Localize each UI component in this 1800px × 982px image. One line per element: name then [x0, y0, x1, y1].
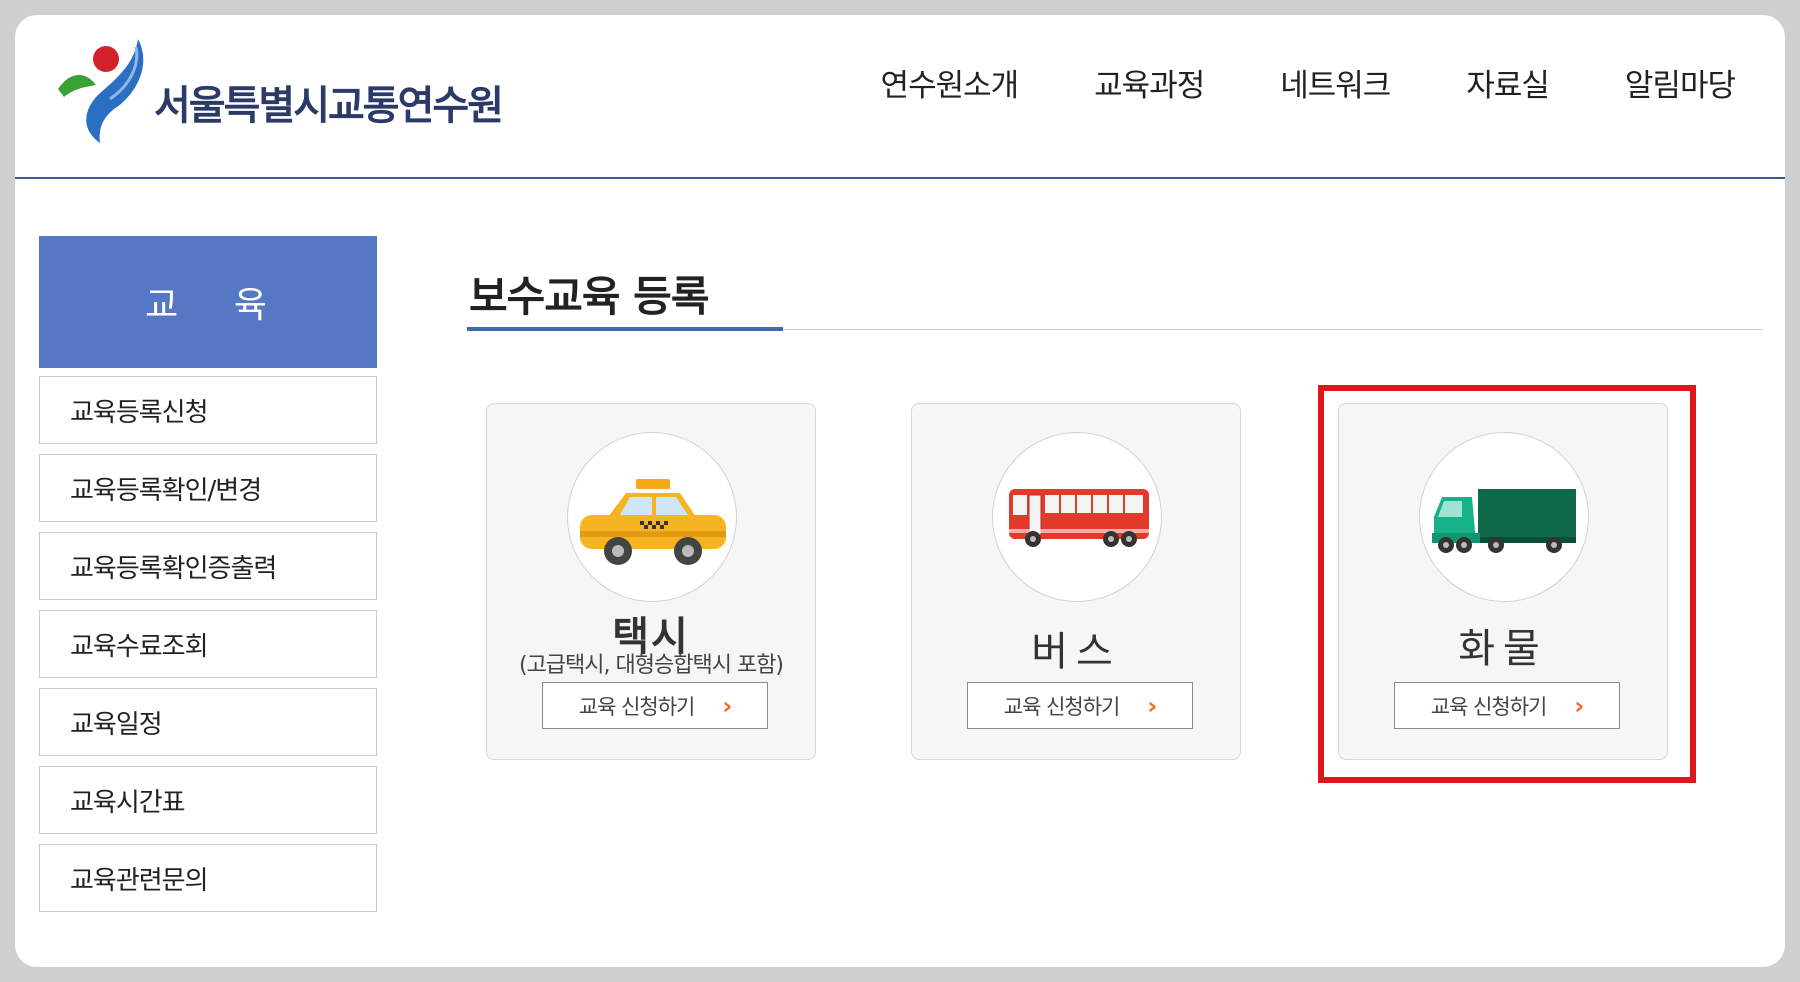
apply-button-bus[interactable]: 교육 신청하기 ›	[967, 682, 1193, 729]
apply-button-label: 교육 신청하기	[1003, 694, 1121, 719]
sidebar-title: 교 육	[39, 236, 377, 368]
course-card-bus: 버스 교육 신청하기 ›	[911, 403, 1241, 760]
main-nav: 연수원소개 교육과정 네트워크 자료실 알림마당	[843, 60, 1785, 105]
sidebar: 교 육 교육등록신청 교육등록확인/변경 교육등록확인증출력 교육수료조회 교육…	[39, 236, 377, 922]
logo-emblem-icon	[58, 39, 144, 143]
sidebar-item-certificate-print[interactable]: 교육등록확인증출력	[39, 532, 377, 600]
page-title: 보수교육 등록	[469, 272, 709, 321]
chevron-right-icon: ›	[722, 691, 732, 720]
nav-notices[interactable]: 알림마당	[1587, 60, 1785, 105]
apply-button-taxi[interactable]: 교육 신청하기 ›	[542, 682, 768, 729]
sidebar-item-schedule[interactable]: 교육일정	[39, 688, 377, 756]
taxi-icon	[567, 432, 737, 602]
sidebar-item-register[interactable]: 교육등록신청	[39, 376, 377, 444]
course-card-taxi: 택시 (고급택시, 대형승합택시 포함) 교육 신청하기 ›	[486, 403, 816, 760]
org-name: 서울특별시교통연수원	[154, 83, 504, 129]
page-frame: 서울특별시교통연수원 연수원소개 교육과정 네트워크 자료실 알림마당 교 육 …	[15, 15, 1785, 967]
sidebar-item-completion-lookup[interactable]: 교육수료조회	[39, 610, 377, 678]
card-subtitle-taxi: (고급택시, 대형승합택시 포함)	[518, 653, 784, 678]
sidebar-item-confirm-change[interactable]: 교육등록확인/변경	[39, 454, 377, 522]
apply-button-label: 교육 신청하기	[578, 694, 696, 719]
sidebar-item-inquiry[interactable]: 교육관련문의	[39, 844, 377, 912]
nav-network[interactable]: 네트워크	[1242, 60, 1428, 105]
nav-about[interactable]: 연수원소개	[843, 60, 1057, 105]
card-title-bus: 버스	[1031, 629, 1121, 675]
nav-resources[interactable]: 자료실	[1428, 60, 1587, 105]
main-content: 보수교육 등록 택시 (고급택시, 대형승합택시 포함) 교육 신청하기 › 버…	[467, 243, 1763, 783]
site-header: 서울특별시교통연수원 연수원소개 교육과정 네트워크 자료실 알림마당	[15, 15, 1785, 179]
nav-courses[interactable]: 교육과정	[1056, 60, 1242, 105]
selection-highlight	[1318, 385, 1696, 783]
sidebar-item-timetable[interactable]: 교육시간표	[39, 766, 377, 834]
chevron-right-icon: ›	[1147, 691, 1157, 720]
bus-icon	[992, 432, 1162, 602]
site-logo[interactable]: 서울특별시교통연수원	[40, 25, 504, 145]
sidebar-menu: 교육등록신청 교육등록확인/변경 교육등록확인증출력 교육수료조회 교육일정 교…	[39, 376, 377, 912]
title-divider	[467, 327, 1763, 331]
